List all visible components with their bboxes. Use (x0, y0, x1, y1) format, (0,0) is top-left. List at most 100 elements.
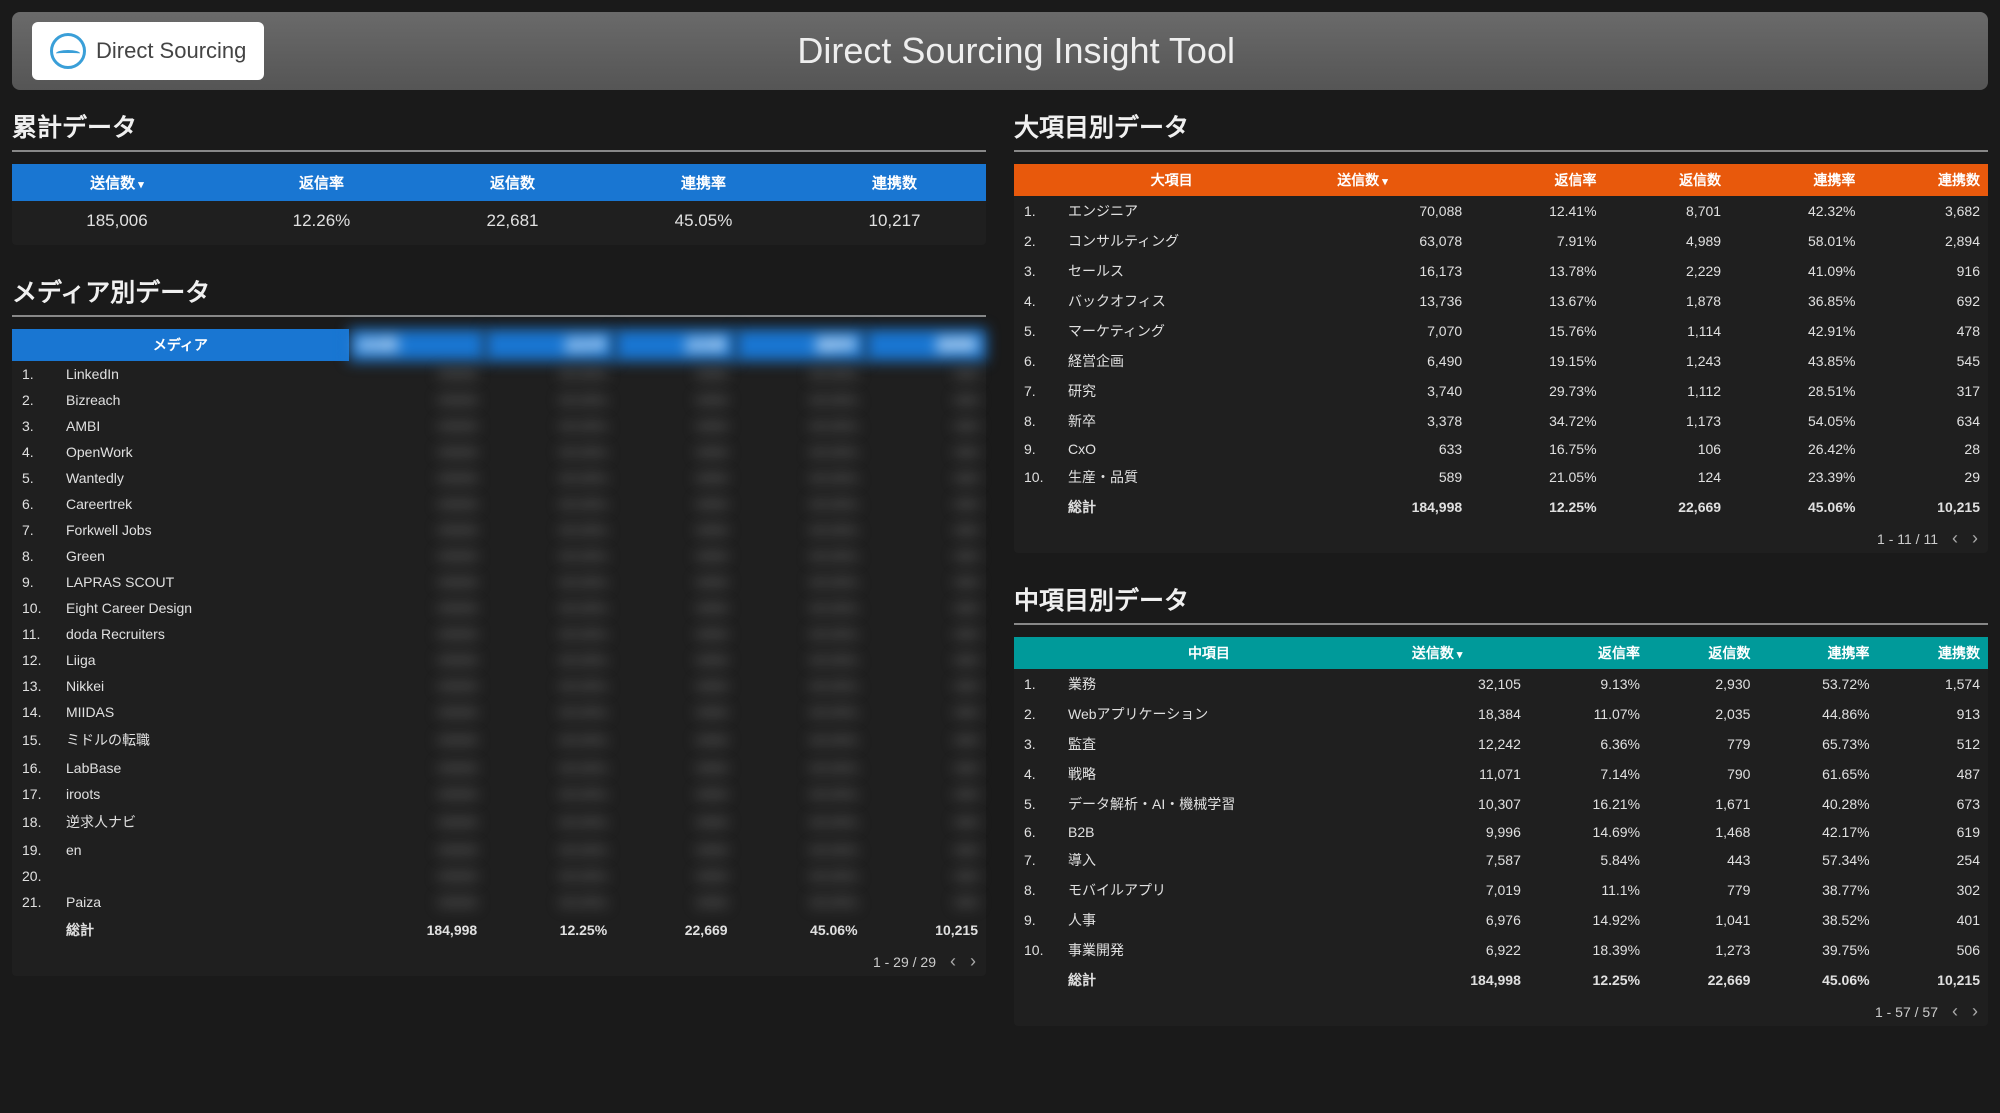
pager-text: 1 - 11 / 11 (1877, 531, 1938, 547)
row-index: 4. (1014, 286, 1060, 316)
col-link-rate[interactable]: 連携率 (604, 164, 803, 201)
table-row[interactable]: 17.iroots0000000.00%000000.00%000 (12, 781, 986, 807)
row-index: 8. (1014, 406, 1060, 436)
row-index: 11. (12, 621, 58, 647)
table-row[interactable]: 1.業務32,1059.13%2,93053.72%1,574 (1014, 669, 1988, 699)
table-row[interactable]: 10.生産・品質58921.05%12423.39%29 (1014, 462, 1988, 492)
pager-prev-icon[interactable]: ‹ (1952, 1001, 1958, 1022)
row-name: 新卒 (1060, 406, 1329, 436)
row-name (58, 863, 349, 889)
table-row[interactable]: 13.Nikkei0000000.00%000000.00%000 (12, 673, 986, 699)
table-row[interactable]: 3.監査12,2426.36%77965.73%512 (1014, 729, 1988, 759)
col-link-rate[interactable]: 連携率 (736, 329, 866, 361)
table-row[interactable]: 15.ミドルの転職0000000.00%000000.00%000 (12, 725, 986, 755)
row-name: マーケティング (1060, 316, 1329, 346)
table-row[interactable]: 4.OpenWork0000000.00%000000.00%000 (12, 439, 986, 465)
col-replies[interactable]: 返信数 (615, 329, 735, 361)
minor-panel: 中項目別データ 中項目 送信数 返信率 返信数 連携率 連携数 1.業務32,1… (1014, 581, 1988, 1026)
table-row[interactable]: 4.バックオフィス13,73613.67%1,87836.85%692 (1014, 286, 1988, 316)
table-row[interactable]: 7.研究3,74029.73%1,11228.51%317 (1014, 376, 1988, 406)
table-row[interactable]: 21.Paiza0000000.00%000000.00%000 (12, 889, 986, 915)
pager-text: 1 - 57 / 57 (1875, 1004, 1938, 1020)
table-row[interactable]: 5.マーケティング7,07015.76%1,11442.91%478 (1014, 316, 1988, 346)
table-row[interactable]: 10.事業開発6,92218.39%1,27339.75%506 (1014, 935, 1988, 965)
table-row[interactable]: 19.en0000000.00%000000.00%000 (12, 837, 986, 863)
col-media[interactable]: メディア (12, 329, 349, 361)
col-replies[interactable]: 返信数 (1648, 637, 1758, 669)
table-row[interactable]: 18.逆求人ナビ0000000.00%000000.00%000 (12, 807, 986, 837)
table-row[interactable]: 9.人事6,97614.92%1,04138.52%401 (1014, 905, 1988, 935)
col-links[interactable]: 連携数 (1863, 164, 1988, 196)
table-row[interactable]: 3.セールス16,17313.78%2,22941.09%916 (1014, 256, 1988, 286)
table-row[interactable]: 8.モバイルアプリ7,01911.1%77938.77%302 (1014, 875, 1988, 905)
table-row[interactable]: 11.doda Recruiters0000000.00%000000.00%0… (12, 621, 986, 647)
table-row[interactable]: 9.CxO63316.75%10626.42%28 (1014, 436, 1988, 462)
table-row[interactable]: 4.戦略11,0717.14%79061.65%487 (1014, 759, 1988, 789)
table-row[interactable]: 5.Wantedly0000000.00%000000.00%000 (12, 465, 986, 491)
table-row[interactable]: 8.新卒3,37834.72%1,17354.05%634 (1014, 406, 1988, 436)
row-index: 4. (12, 439, 58, 465)
col-major[interactable]: 大項目 (1014, 164, 1329, 196)
table-row[interactable]: 1.LinkedIn0000000.00%000000.00%000 (12, 361, 986, 387)
summary-title: 累計データ (12, 108, 986, 152)
pager-prev-icon[interactable]: ‹ (1952, 528, 1958, 549)
table-row[interactable]: 6.B2B9,99614.69%1,46842.17%619 (1014, 819, 1988, 845)
col-replies[interactable]: 返信数 (421, 164, 604, 201)
row-name: 人事 (1060, 905, 1404, 935)
col-minor[interactable]: 中項目 (1014, 637, 1404, 669)
table-row[interactable]: 7.導入7,5875.84%44357.34%254 (1014, 845, 1988, 875)
col-links[interactable]: 連携数 (866, 329, 986, 361)
header-bar: Direct Sourcing Direct Sourcing Insight … (12, 12, 1988, 90)
table-row[interactable]: 2.Webアプリケーション18,38411.07%2,03544.86%913 (1014, 699, 1988, 729)
table-row[interactable]: 3.AMBI0000000.00%000000.00%000 (12, 413, 986, 439)
row-index: 10. (1014, 935, 1060, 965)
table-row[interactable]: 2.Bizreach0000000.00%000000.00%000 (12, 387, 986, 413)
row-name: OpenWork (58, 439, 349, 465)
col-sent[interactable]: 送信数 (1404, 637, 1529, 669)
table-row[interactable]: 14.MIIDAS0000000.00%000000.00%000 (12, 699, 986, 725)
row-index: 14. (12, 699, 58, 725)
pager-prev-icon[interactable]: ‹ (950, 951, 956, 972)
table-row[interactable]: 7.Forkwell Jobs0000000.00%000000.00%000 (12, 517, 986, 543)
col-reply-rate[interactable]: 返信率 (1470, 164, 1604, 196)
row-name: Forkwell Jobs (58, 517, 349, 543)
col-reply-rate[interactable]: 返信率 (1529, 637, 1648, 669)
table-row[interactable]: 1.エンジニア70,08812.41%8,70142.32%3,682 (1014, 196, 1988, 226)
col-replies[interactable]: 返信数 (1605, 164, 1730, 196)
table-row[interactable]: 5.データ解析・AI・機械学習10,30716.21%1,67140.28%67… (1014, 789, 1988, 819)
row-index: 1. (1014, 196, 1060, 226)
row-index: 2. (12, 387, 58, 413)
row-index: 7. (1014, 845, 1060, 875)
col-link-rate[interactable]: 連携率 (1758, 637, 1877, 669)
row-name: エンジニア (1060, 196, 1329, 226)
col-reply-rate[interactable]: 返信率 (222, 164, 421, 201)
col-sent[interactable]: 送信数 (349, 329, 485, 361)
col-links[interactable]: 連携数 (1878, 637, 1988, 669)
table-row[interactable]: 8.Green0000000.00%000000.00%000 (12, 543, 986, 569)
pager-next-icon[interactable]: › (1972, 528, 1978, 549)
row-name: コンサルティング (1060, 226, 1329, 256)
pager-next-icon[interactable]: › (970, 951, 976, 972)
table-row[interactable]: 10.Eight Career Design0000000.00%000000.… (12, 595, 986, 621)
page-title: Direct Sourcing Insight Tool (64, 30, 1968, 72)
row-index: 5. (1014, 789, 1060, 819)
col-links[interactable]: 連携数 (803, 164, 986, 201)
table-row[interactable]: 16.LabBase0000000.00%000000.00%000 (12, 755, 986, 781)
row-index: 16. (12, 755, 58, 781)
table-row[interactable]: 2.コンサルティング63,0787.91%4,98958.01%2,894 (1014, 226, 1988, 256)
table-row[interactable]: 6.Careertrek0000000.00%000000.00%000 (12, 491, 986, 517)
row-name: 戦略 (1060, 759, 1404, 789)
col-sent[interactable]: 送信数 (12, 164, 222, 201)
table-row[interactable]: 20.0000000.00%000000.00%000 (12, 863, 986, 889)
table-row[interactable]: 9.LAPRAS SCOUT0000000.00%000000.00%000 (12, 569, 986, 595)
total-label: 総計 (58, 915, 349, 945)
row-name: バックオフィス (1060, 286, 1329, 316)
row-name: AMBI (58, 413, 349, 439)
table-row[interactable]: 6.経営企画6,49019.15%1,24343.85%545 (1014, 346, 1988, 376)
col-link-rate[interactable]: 連携率 (1729, 164, 1863, 196)
table-row[interactable]: 12.Liiga0000000.00%000000.00%000 (12, 647, 986, 673)
col-sent[interactable]: 送信数 (1329, 164, 1470, 196)
row-index: 15. (12, 725, 58, 755)
pager-next-icon[interactable]: › (1972, 1001, 1978, 1022)
col-reply-rate[interactable]: 返信率 (485, 329, 615, 361)
